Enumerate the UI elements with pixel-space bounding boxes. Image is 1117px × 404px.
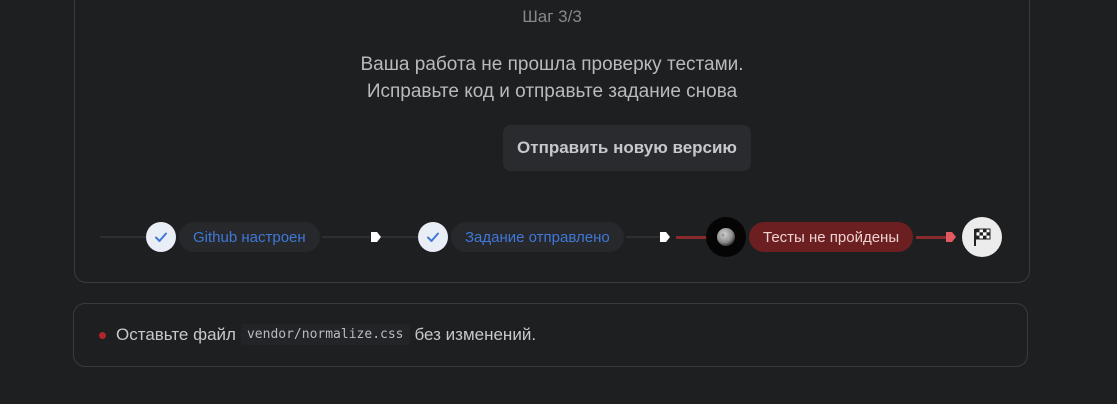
status-message-line-2: Исправьте код и отправьте задание снова	[366, 81, 738, 102]
hint-code: vendor/normalize.css	[240, 324, 410, 345]
progress-line-failed	[676, 236, 708, 239]
checkered-flag-icon	[962, 217, 1002, 257]
step-arrow-failed-icon	[946, 232, 956, 242]
step-1-check-icon	[146, 222, 176, 252]
progress-line	[322, 236, 370, 238]
step-2-check-icon	[418, 222, 448, 252]
hint-card: Оставьте файл vendor/normalize.css без и…	[73, 303, 1028, 367]
step-1-label: Github настроен	[179, 222, 320, 252]
step-arrow-icon	[660, 232, 670, 242]
progress-line-failed	[916, 236, 948, 239]
bullet-icon	[99, 332, 106, 339]
hint-prefix: Оставьте файл	[116, 324, 236, 344]
submit-new-version-button[interactable]: Отправить новую версию	[503, 125, 751, 171]
hint-text: Оставьте файл vendor/normalize.css без и…	[116, 324, 536, 345]
hint-suffix: без изменений.	[414, 324, 537, 344]
step-arrow-icon	[371, 232, 381, 242]
progress-line	[380, 236, 418, 238]
moon-icon	[706, 217, 746, 257]
step-2-label: Задание отправлено	[451, 222, 624, 252]
progress-line	[100, 236, 146, 238]
progress-line	[626, 236, 660, 238]
step-3-label: Тесты не пройдены	[749, 222, 914, 252]
step-counter: Шаг 3/3	[522, 7, 582, 26]
status-message-line-1: Ваша работа не прошла проверку тестами.	[360, 54, 744, 75]
status-message: Ваша работа не прошла проверку тестами. …	[75, 51, 1029, 105]
